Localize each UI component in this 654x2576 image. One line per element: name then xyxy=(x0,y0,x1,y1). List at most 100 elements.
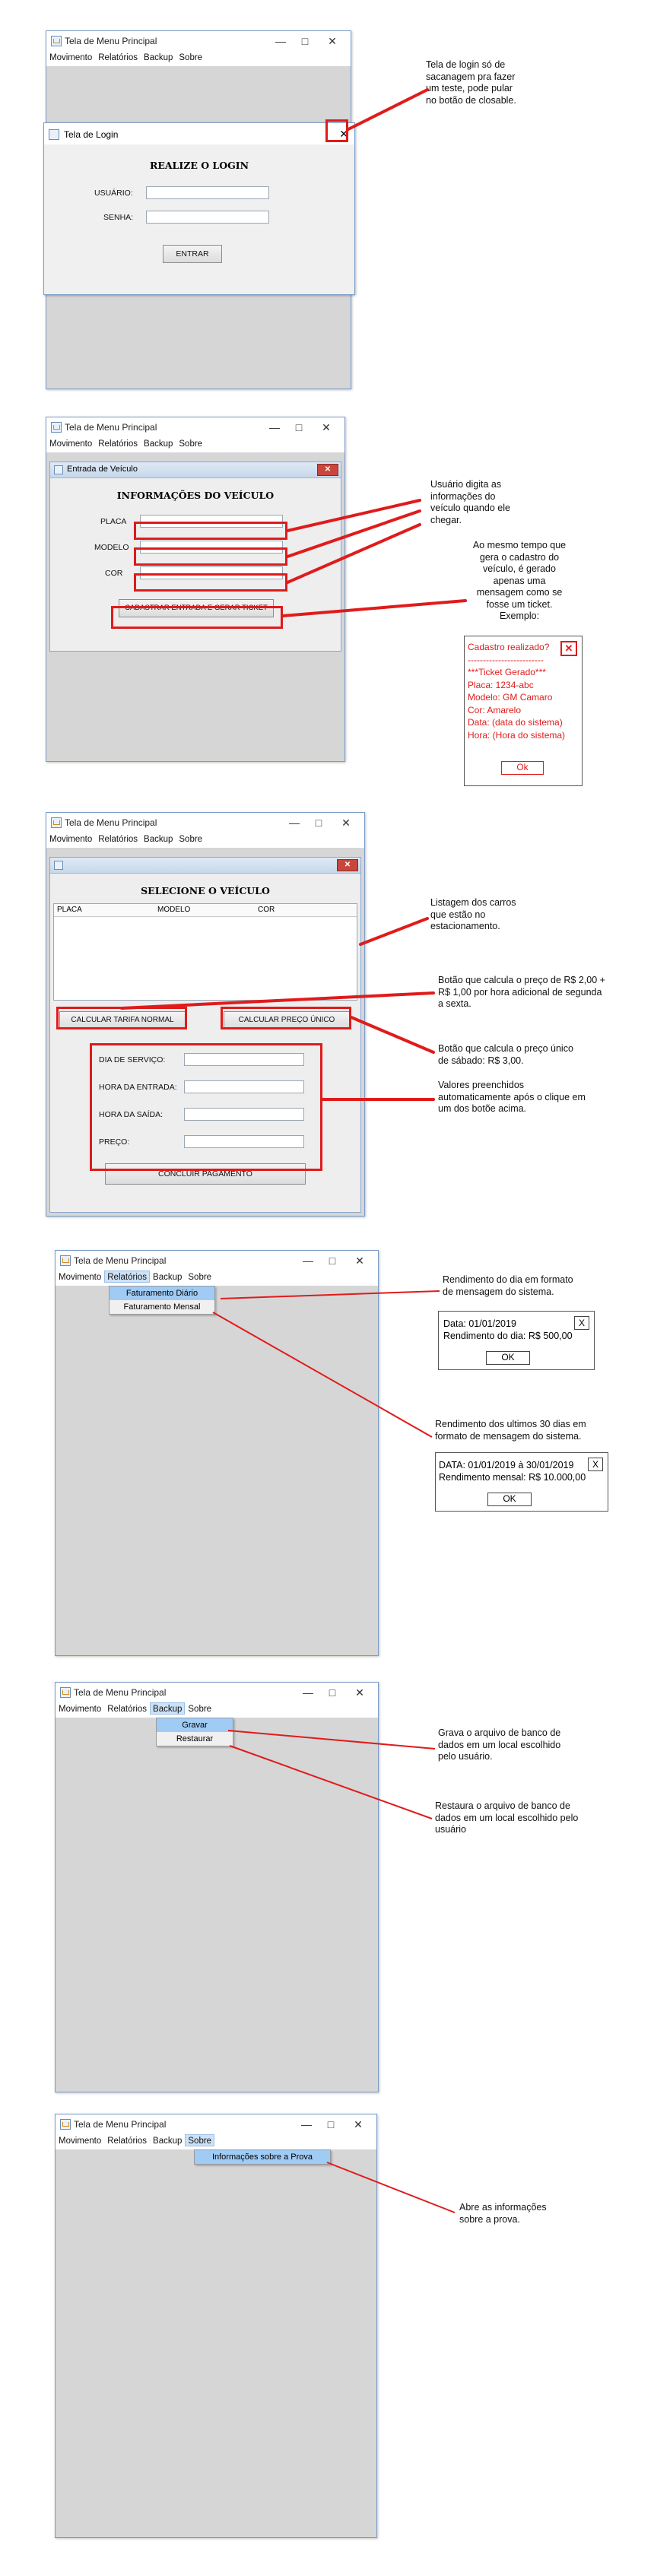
close-icon[interactable]: ✕ xyxy=(325,33,340,49)
menu-backup[interactable]: Backup xyxy=(150,1271,185,1282)
login-note: Tela de login só de sacanagem pra fazer … xyxy=(426,59,516,106)
exit-note-normal: Botão que calcula o preço de R$ 2,00 + R… xyxy=(438,975,605,1009)
daily-revenue-message: Data: 01/01/2019 Rendimento do dia: R$ 5… xyxy=(438,1311,595,1370)
exit-close-icon[interactable]: ✕ xyxy=(337,859,358,871)
monthly-ok-button[interactable]: OK xyxy=(487,1493,532,1506)
monthly-close-icon[interactable]: X xyxy=(588,1458,603,1471)
menu-backup[interactable]: Backup xyxy=(150,1702,186,1715)
frame-icon xyxy=(54,465,63,474)
exit-note-list: Listagem dos carros que estão no estacio… xyxy=(430,897,516,931)
monthly-revenue-message: DATA: 01/01/2019 à 30/01/2019 Rendimento… xyxy=(435,1452,608,1512)
menu-backup[interactable]: Backup xyxy=(141,833,176,844)
title-bar: Tela de Menu Principal — □ ✕ xyxy=(46,813,364,833)
window-title: Tela de Menu Principal xyxy=(65,422,157,433)
ticket-ok-button[interactable]: Ok xyxy=(501,761,544,775)
menu-backup[interactable]: Backup xyxy=(150,2134,185,2146)
exit-title-bar: ✕ xyxy=(50,858,360,874)
menu-sobre[interactable]: Sobre xyxy=(176,833,205,844)
enter-button[interactable]: ENTRAR xyxy=(163,245,222,263)
title-bar: Tela de Menu Principal — □ ✕ xyxy=(56,1251,378,1271)
title-bar: Tela de Menu Principal — □ ✕ xyxy=(56,1683,378,1702)
minimize-icon[interactable]: — xyxy=(300,1253,316,1268)
main-window-4: Tela de Menu Principal — □ ✕ Movimento Re… xyxy=(55,1250,379,1656)
maximize-icon[interactable]: □ xyxy=(297,33,313,49)
backup-dropdown: Gravar Restaurar xyxy=(156,1718,233,1746)
menu-relatorios[interactable]: Relatórios xyxy=(104,1702,150,1714)
menu-relatorios[interactable]: Relatórios xyxy=(104,2134,150,2146)
menu-item-restore[interactable]: Restaurar xyxy=(157,1732,233,1746)
ticket-close-icon[interactable]: ✕ xyxy=(560,641,577,656)
entry-title: Entrada de Veículo xyxy=(67,465,138,474)
about-note: Abre as informações sobre a prova. xyxy=(459,2202,547,2225)
menu-sobre[interactable]: Sobre xyxy=(185,2134,215,2146)
menu-relatorios[interactable]: Relatórios xyxy=(95,51,141,62)
menu-movimento[interactable]: Movimento xyxy=(56,1271,104,1282)
menu-relatorios[interactable]: Relatórios xyxy=(95,437,141,449)
menu-sobre[interactable]: Sobre xyxy=(176,51,205,62)
color-label: COR xyxy=(105,569,123,578)
user-label: USUÁRIO: xyxy=(94,189,133,198)
menu-movimento[interactable]: Movimento xyxy=(56,1702,104,1714)
backup-note-save: Grava o arquivo de banco de dados em um … xyxy=(438,1727,561,1762)
daily-ok-button[interactable]: OK xyxy=(486,1351,530,1365)
menu-item-monthly-revenue[interactable]: Faturamento Mensal xyxy=(110,1300,214,1314)
menu-movimento[interactable]: Movimento xyxy=(56,2134,104,2146)
menu-sobre[interactable]: Sobre xyxy=(185,1702,214,1714)
reports-note-monthly: Rendimento dos ultimos 30 dias em format… xyxy=(435,1419,586,1442)
menu-backup[interactable]: Backup xyxy=(141,437,176,449)
main-window-5: Tela de Menu Principal — □ ✕ Movimento Re… xyxy=(55,1682,379,2092)
entry-close-icon[interactable]: ✕ xyxy=(317,464,338,476)
menu-bar: Movimento Relatórios Backup Sobre xyxy=(46,833,364,848)
maximize-icon[interactable]: □ xyxy=(325,1253,340,1268)
minimize-icon[interactable]: — xyxy=(299,2117,314,2132)
close-icon[interactable]: ✕ xyxy=(338,815,354,830)
daily-close-icon[interactable]: X xyxy=(574,1316,589,1330)
menu-item-save[interactable]: Gravar xyxy=(157,1718,233,1732)
menu-item-daily-revenue[interactable]: Faturamento Diário xyxy=(110,1286,214,1300)
user-field[interactable] xyxy=(146,186,269,199)
password-field[interactable] xyxy=(146,211,269,224)
window-title: Tela de Menu Principal xyxy=(74,2119,167,2130)
login-dialog: Tela de Login ✕ REALIZE O LOGIN USUÁRIO:… xyxy=(43,122,355,295)
title-bar: Tela de Menu Principal — □ ✕ xyxy=(56,2114,376,2134)
close-icon[interactable]: ✕ xyxy=(352,1253,367,1268)
menu-movimento[interactable]: Movimento xyxy=(46,51,95,62)
menu-item-exam-info[interactable]: Informações sobre a Prova xyxy=(195,2150,330,2164)
minimize-icon[interactable]: — xyxy=(273,33,288,49)
window-title: Tela de Menu Principal xyxy=(74,1255,167,1266)
vehicle-table[interactable]: PLACA MODELO COR xyxy=(53,903,357,1001)
main-window-6: Tela de Menu Principal — □ ✕ Movimento Re… xyxy=(55,2114,377,2538)
login-heading: REALIZE O LOGIN xyxy=(149,160,249,171)
highlight-register xyxy=(111,606,283,629)
close-icon[interactable]: ✕ xyxy=(352,1685,367,1700)
title-bar: Tela de Menu Principal — □ ✕ xyxy=(46,417,344,437)
close-icon[interactable]: ✕ xyxy=(351,2117,366,2132)
main-window-1: Tela de Menu Principal — □ ✕ Movimento Re… xyxy=(43,30,355,389)
menu-sobre[interactable]: Sobre xyxy=(185,1271,214,1282)
maximize-icon[interactable]: □ xyxy=(325,1685,340,1700)
maximize-icon[interactable]: □ xyxy=(311,815,326,830)
menu-relatorios[interactable]: Relatórios xyxy=(104,1271,151,1283)
reports-note-daily: Rendimento do dia em formato de mensagem… xyxy=(443,1274,573,1297)
app-icon xyxy=(60,1687,71,1698)
menu-backup[interactable]: Backup xyxy=(141,51,176,62)
maximize-icon[interactable]: □ xyxy=(323,2117,338,2132)
menu-bar: Movimento Relatórios Backup Sobre xyxy=(46,51,351,66)
arrow-list xyxy=(359,917,429,946)
maximize-icon[interactable]: □ xyxy=(291,420,306,435)
close-icon[interactable]: ✕ xyxy=(319,420,334,435)
menu-relatorios[interactable]: Relatórios xyxy=(95,833,141,844)
minimize-icon[interactable]: — xyxy=(267,420,282,435)
about-dropdown: Informações sobre a Prova xyxy=(194,2149,331,2165)
highlight-login-close xyxy=(325,119,348,142)
menu-sobre[interactable]: Sobre xyxy=(176,437,205,449)
menu-movimento[interactable]: Movimento xyxy=(46,833,95,844)
app-icon xyxy=(51,422,62,433)
minimize-icon[interactable]: — xyxy=(300,1685,316,1700)
menu-movimento[interactable]: Movimento xyxy=(46,437,95,449)
exit-note-values: Valores preenchidos automaticamente após… xyxy=(438,1080,586,1114)
login-app-icon xyxy=(49,129,59,140)
minimize-icon[interactable]: — xyxy=(287,815,302,830)
reports-dropdown: Faturamento Diário Faturamento Mensal xyxy=(109,1286,215,1315)
login-title-bar: Tela de Login ✕ xyxy=(44,123,354,144)
